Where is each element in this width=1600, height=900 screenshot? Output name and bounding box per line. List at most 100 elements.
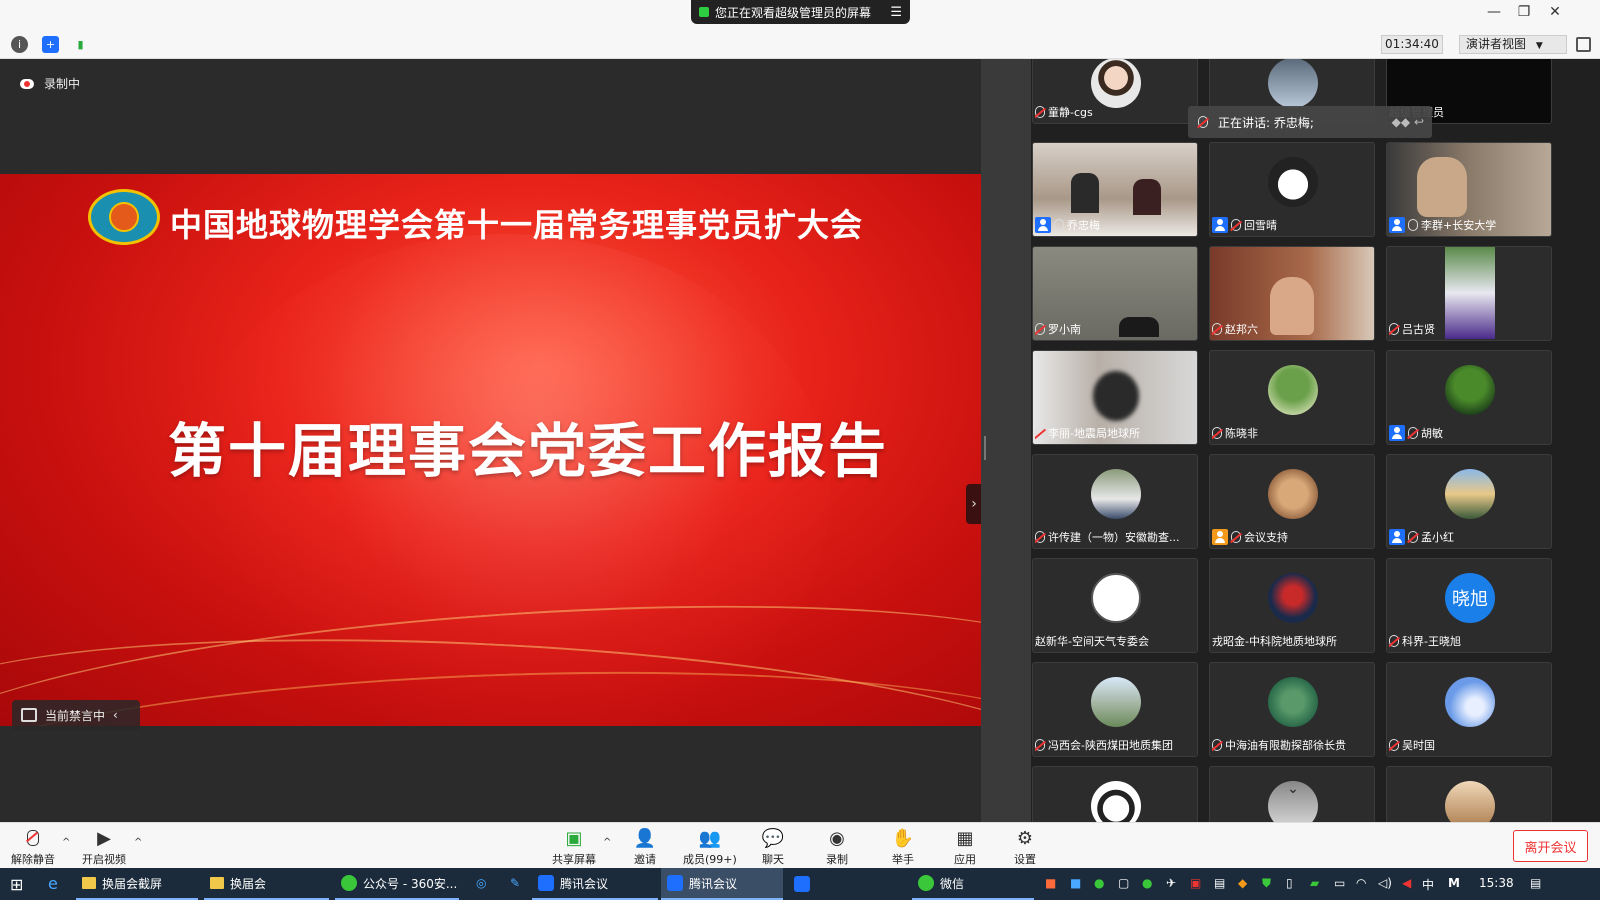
participant-tile[interactable]: 胡敏	[1386, 350, 1552, 445]
participant-name: 乔忠梅	[1067, 219, 1100, 232]
collapse-panel-button[interactable]: ›	[966, 484, 982, 524]
fullscreen-icon[interactable]	[1576, 37, 1591, 52]
mic-muted-icon	[1212, 427, 1222, 439]
participant-tile[interactable]: 赵新华-空间天气专委会	[1032, 558, 1198, 653]
participant-tile[interactable]: 罗小南	[1032, 246, 1198, 341]
participant-tile[interactable]	[1032, 766, 1198, 822]
taskbar-item[interactable]: 微信	[912, 868, 1034, 900]
shield-icon[interactable]: +	[42, 36, 59, 53]
chat-button[interactable]: 💬 聊天	[761, 827, 785, 867]
viewing-screen-banner[interactable]: 您正在观看超级管理员的屏幕 ☰	[691, 0, 910, 24]
restore-icon[interactable]: ❐	[1509, 4, 1539, 20]
ie-browser-icon[interactable]: e	[48, 874, 58, 893]
ime-indicator[interactable]: 中	[1422, 876, 1434, 893]
river-photo	[1268, 677, 1318, 727]
taskbar-item[interactable]: 腾讯会议	[661, 868, 783, 900]
minimize-icon[interactable]: —	[1479, 4, 1509, 20]
scroll-down-icon[interactable]: ⌄	[1268, 781, 1318, 822]
leave-meeting-button[interactable]: 离开会议	[1513, 830, 1588, 862]
tray-app-icon[interactable]: ▢	[1118, 876, 1129, 890]
participant-tile[interactable]: 李丽-地震局地球所	[1032, 350, 1198, 445]
participant-tile[interactable]: 回雪晴	[1209, 142, 1375, 237]
members-button[interactable]: 👥 成员(99+)	[683, 827, 737, 867]
folder-icon	[210, 877, 224, 889]
volume-icon[interactable]: ◁)	[1378, 876, 1392, 890]
view-mode-dropdown[interactable]: 演讲者视图 ▼	[1459, 35, 1567, 54]
tray-app-icon[interactable]: ■	[1045, 876, 1056, 890]
participant-tile[interactable]: 赵邦六	[1209, 246, 1375, 341]
windows-start-icon[interactable]: ⊞	[10, 875, 23, 894]
participant-tile[interactable]: 吴时国	[1386, 662, 1552, 757]
invite-button[interactable]: 👤 邀请	[633, 827, 657, 867]
settings-button[interactable]: ⚙ 设置	[1013, 827, 1037, 867]
participant-tile[interactable]	[1386, 766, 1552, 822]
taskbar-item[interactable]: 换届会截屏	[76, 868, 198, 900]
participant-tile[interactable]: ⌄	[1209, 766, 1375, 822]
tree-photo-2	[1445, 365, 1495, 415]
chevron-up-icon[interactable]: ^	[62, 837, 70, 848]
participant-tile[interactable]: 孟小红	[1386, 454, 1552, 549]
tencent-meeting-icon[interactable]	[794, 876, 810, 895]
tray-app-icon[interactable]: ▯	[1286, 876, 1293, 890]
record-button[interactable]: ◉ 录制	[825, 827, 849, 867]
folder-icon	[82, 877, 96, 889]
participant-tile[interactable]: 吕古贤	[1386, 246, 1552, 341]
tray-app-icon[interactable]: ✈	[1166, 876, 1176, 890]
wechat-icon	[918, 875, 934, 891]
apps-button[interactable]: ▦ 应用	[953, 827, 977, 867]
participant-tile[interactable]: 李群+长安大学	[1386, 142, 1552, 237]
taskbar-item[interactable]: 腾讯会议	[532, 868, 658, 900]
ime-mode-icon[interactable]: M	[1448, 876, 1460, 890]
feather-icon[interactable]: ✎	[510, 876, 520, 890]
wifi-icon[interactable]: ◠	[1356, 876, 1366, 890]
record-label: 录制	[826, 853, 848, 866]
tray-app-icon[interactable]: ●	[1094, 876, 1104, 890]
security-tray-icon[interactable]: ⛊	[1262, 876, 1271, 891]
participant-tile[interactable]: 陈晓非	[1209, 350, 1375, 445]
chevron-up-icon[interactable]: ^	[603, 837, 611, 848]
video-person	[1417, 157, 1467, 217]
mute-status-icon	[21, 708, 37, 722]
participant-tile[interactable]: 戎昭金-中科院地质地球所	[1209, 558, 1375, 653]
tray-app-icon[interactable]: ▤	[1214, 876, 1225, 890]
invite-label: 邀请	[634, 853, 656, 866]
resize-handle[interactable]	[984, 436, 986, 460]
recording-label: 录制中	[44, 77, 81, 91]
mute-status-label: 当前禁言中	[45, 708, 106, 723]
tray-app-icon[interactable]: ■	[1070, 876, 1081, 890]
menu-icon[interactable]: ☰	[890, 5, 902, 20]
start-video-button[interactable]: ▶ 开启视频	[82, 827, 126, 867]
taskbar-clock[interactable]: 15:38	[1479, 876, 1514, 890]
participant-gallery: 童静-cgs 超级管理员 乔忠梅 回雪晴 李群+长安大学 罗小南	[1031, 59, 1600, 822]
participant-tile[interactable]: 晓旭 科界-王晓旭	[1386, 558, 1552, 653]
unmute-button[interactable]: 解除静音	[11, 827, 55, 867]
wechat-tray-icon[interactable]: ●	[1142, 876, 1152, 890]
participant-tile[interactable]: 童静-cgs	[1032, 59, 1198, 124]
tray-app-icon[interactable]: ◆	[1238, 876, 1247, 890]
info-icon[interactable]: i	[11, 36, 28, 53]
participant-tile[interactable]: 会议支持	[1209, 454, 1375, 549]
participant-tile[interactable]: 许传建（一物）安徽勘查...	[1032, 454, 1198, 549]
close-icon[interactable]: ✕	[1540, 4, 1570, 20]
signal-icon[interactable]: ▮	[72, 36, 89, 53]
participant-tile[interactable]: 冯西会-陕西煤田地质集团	[1032, 662, 1198, 757]
raise-hand-button[interactable]: ✋ 举手	[891, 827, 915, 867]
mic-muted-icon	[1389, 323, 1399, 335]
participant-tile[interactable]: 乔忠梅	[1032, 142, 1198, 237]
taskbar-item[interactable]: 换届会	[204, 868, 329, 900]
mute-status-tag[interactable]: 当前禁言中 ‹	[12, 700, 140, 730]
tray-app-icon[interactable]: ▰	[1310, 876, 1319, 890]
pin-icon[interactable]: ◆◆ ↩	[1392, 115, 1424, 129]
tray-app-icon[interactable]: ▣	[1190, 876, 1201, 890]
notification-flag-icon[interactable]: ◀	[1402, 876, 1411, 890]
video-person	[1133, 179, 1161, 215]
participant-tile[interactable]: 中海油有限勘探部徐长贵	[1209, 662, 1375, 757]
tree-drawing	[1091, 573, 1141, 623]
building-photo	[1445, 781, 1495, 822]
app-icon[interactable]: ◎	[476, 876, 486, 890]
share-screen-button[interactable]: ▣ 共享屏幕	[552, 827, 596, 867]
taskbar-item[interactable]: 公众号 - 360安...	[335, 868, 459, 900]
chevron-up-icon[interactable]: ^	[134, 837, 142, 848]
action-center-icon[interactable]: ▤	[1530, 876, 1541, 890]
tray-app-icon[interactable]: ▭	[1334, 876, 1345, 890]
